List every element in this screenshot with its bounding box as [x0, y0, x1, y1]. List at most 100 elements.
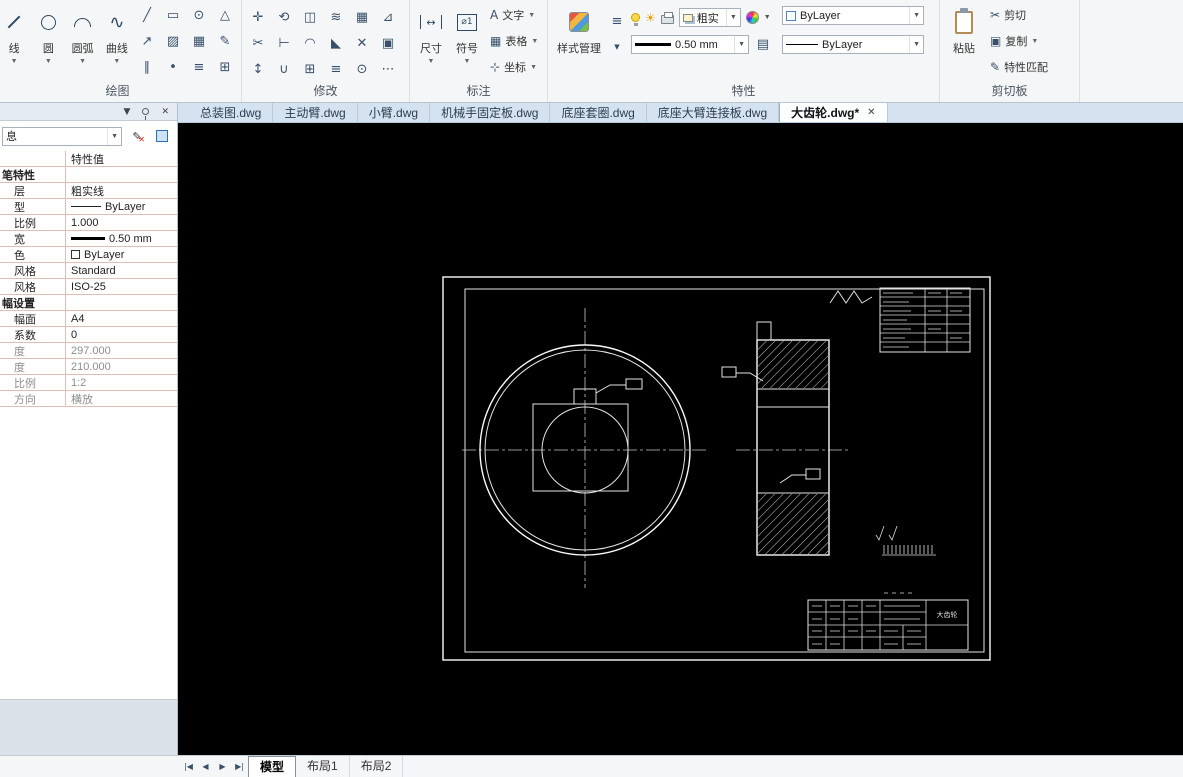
lineweight-cell[interactable]: 0.50 mm — [66, 231, 177, 246]
ray-tool-icon[interactable]: ↗ — [134, 28, 160, 54]
fill-tool-icon[interactable]: ▦ — [186, 28, 212, 54]
paper-size-cell[interactable]: A4 — [66, 311, 177, 326]
join-tool-icon[interactable]: ∪ — [271, 56, 297, 82]
doc-tab[interactable]: 底座大臂连接板.dwg — [647, 103, 780, 122]
cut-button[interactable]: ✂ 剪切 — [985, 2, 1053, 28]
chevron-down-icon[interactable]: ▼ — [607, 34, 627, 60]
polygon-tool-icon[interactable]: △ — [212, 2, 238, 28]
property-row-paper-orientation: 方向 横放 — [0, 391, 177, 407]
close-icon[interactable]: ✕ — [867, 107, 875, 118]
layout-tab-model[interactable]: 模型 — [248, 756, 297, 777]
spline-button[interactable]: ∿ 曲线 ▼ — [100, 2, 134, 80]
layout-tab-layout2[interactable]: 布局2 — [350, 756, 404, 777]
line-tool-icon[interactable]: ╱ — [134, 2, 160, 28]
draw-small-tools: ▭ ⊙ △ ▨ ▦ ✎ • ≡ ⊞ — [160, 2, 238, 80]
lineweight-settings-icon[interactable]: ▤ — [754, 36, 772, 54]
next-layout-icon[interactable]: ▶ — [214, 762, 231, 771]
chamfer-tool-icon[interactable]: ◣ — [323, 30, 349, 56]
roughness-symbol — [875, 525, 885, 541]
hatch-tool-icon[interactable]: ▨ — [160, 28, 186, 54]
point-edit-tool-icon[interactable]: ⊙ — [349, 56, 375, 82]
palette-menu-icon[interactable]: ▼ — [124, 107, 131, 117]
table-tool-button[interactable]: ▦ 表格 ▼ — [485, 28, 543, 54]
style-list-icon[interactable]: ≡ — [607, 8, 627, 34]
doc-tab-active[interactable]: 大齿轮.dwg* ✕ — [779, 103, 888, 122]
offset-tool-icon[interactable]: ≋ — [323, 4, 349, 30]
drawing-canvas[interactable]: .ln1 { fill:none; stroke:#e4e4e4; stroke… — [178, 123, 1183, 755]
style-manager-button[interactable]: 样式管理 — [551, 2, 607, 80]
parallel-line-tool-icon[interactable]: ∥ — [134, 54, 160, 80]
text-tool-button[interactable]: A 文字 ▼ — [485, 2, 543, 28]
multiline-tool-icon[interactable]: ≡ — [186, 54, 212, 80]
doc-tab[interactable]: 总装图.dwg — [189, 103, 274, 122]
property-table: 特性值 笔特性 层 粗实线 型 ByLayer 比例 1.000 宽 0.50 … — [0, 151, 177, 407]
layer-on-icon[interactable] — [631, 13, 640, 26]
annotate-small-tools: A 文字 ▼ ▦ 表格 ▼ ⊹ 坐标 ▼ — [485, 2, 543, 80]
layer-plot-icon[interactable] — [660, 11, 674, 24]
match-properties-button[interactable]: ✎ 特性匹配 — [985, 54, 1053, 80]
rotate-tool-icon[interactable]: ⟲ — [271, 4, 297, 30]
copy-tool-icon[interactable]: ▣ — [375, 30, 401, 56]
chevron-down-icon: ▼ — [44, 58, 52, 65]
pin-icon[interactable] — [142, 108, 150, 120]
doc-tab[interactable]: 底座套圈.dwg — [550, 103, 647, 122]
linetype-value-cell[interactable]: ByLayer — [66, 199, 177, 214]
doc-tab[interactable]: 机械手固定板.dwg — [430, 103, 551, 122]
stretch-tool-icon[interactable]: ↕ — [245, 56, 271, 82]
dimension-label: 尺寸 — [420, 43, 442, 55]
close-icon[interactable]: ✕ — [161, 107, 169, 117]
array-tool-icon[interactable]: ▦ — [349, 4, 375, 30]
mirror-tool-icon[interactable]: ◫ — [297, 4, 323, 30]
ellipse-tool-icon[interactable]: ⊙ — [186, 2, 212, 28]
color-combo[interactable]: ByLayer ▼ — [782, 6, 924, 25]
trim-tool-icon[interactable]: ✂ — [245, 30, 271, 56]
explode-tool-icon[interactable]: ⊞ — [297, 56, 323, 82]
arc-button[interactable]: 圆弧 ▼ — [66, 2, 100, 80]
edit-polyline-tool-icon[interactable]: ≡ — [323, 56, 349, 82]
lineweight-combo[interactable]: 0.50 mm ▼ — [631, 35, 749, 54]
text-style-cell[interactable]: Standard — [66, 263, 177, 278]
move-tool-icon[interactable]: ✛ — [245, 4, 271, 30]
paste-button[interactable]: 粘贴 — [943, 2, 985, 80]
extend-tool-icon[interactable]: ⊢ — [271, 30, 297, 56]
layer-value-cell[interactable]: 粗实线 — [66, 183, 177, 198]
doc-tab[interactable]: 主动臂.dwg — [273, 103, 358, 122]
fillet-tool-icon[interactable]: ◠ — [297, 30, 323, 56]
polyline-button[interactable]: 线 ▼ — [0, 2, 31, 80]
coordinate-tool-button[interactable]: ⊹ 坐标 ▼ — [485, 54, 543, 80]
symbol-button[interactable]: ⌀1 符号 ▼ — [449, 2, 485, 80]
dim-style-cell[interactable]: ISO-25 — [66, 279, 177, 294]
color-cell[interactable]: ByLayer — [66, 247, 177, 262]
linetype-scale-cell[interactable]: 1.000 — [66, 215, 177, 230]
doc-tab[interactable]: 小臂.dwg — [358, 103, 431, 122]
point-tool-icon[interactable]: • — [160, 54, 186, 80]
layer-combo[interactable]: 粗实 ▼ — [678, 8, 741, 27]
previous-layout-icon[interactable]: ◀ — [197, 762, 214, 771]
sketch-tool-icon[interactable]: ✎ — [212, 28, 238, 54]
last-layout-icon[interactable]: ▶| — [231, 762, 248, 771]
layer-thaw-icon[interactable]: ☀ — [645, 11, 656, 25]
object-type-combo[interactable]: 息 ▼ — [2, 126, 122, 146]
scale-tool-icon[interactable]: ⊿ — [375, 4, 401, 30]
circle-button[interactable]: 圆 ▼ — [31, 2, 65, 80]
property-row-text-style: 风格 Standard — [0, 263, 177, 279]
chevron-down-icon: ▼ — [113, 58, 121, 65]
quick-select-icon — [156, 130, 168, 142]
extension-factor-cell[interactable]: 0 — [66, 327, 177, 342]
clear-selection-button[interactable]: ✎ ✕ — [127, 126, 147, 146]
chevron-down-icon[interactable]: ▼ — [764, 14, 771, 21]
erase-tool-icon[interactable]: ✕ — [349, 30, 375, 56]
color-palette-icon[interactable] — [745, 11, 759, 24]
layout-tab-layout1[interactable]: 布局1 — [296, 756, 350, 777]
property-row-extension-factor: 系数 0 — [0, 327, 177, 343]
first-layout-icon[interactable]: |◀ — [180, 762, 197, 771]
region-tool-icon[interactable]: ⊞ — [212, 54, 238, 80]
draw-scale-cell: 1:2 — [71, 376, 87, 389]
group-label-draw: 绘图 — [105, 84, 130, 98]
quick-select-button[interactable] — [152, 126, 172, 146]
rectangle-tool-icon[interactable]: ▭ — [160, 2, 186, 28]
dimension-button[interactable]: ↔ 尺寸 ▼ — [413, 2, 449, 80]
more-tools-icon[interactable]: ⋯ — [375, 56, 401, 82]
copy-button[interactable]: ▣ 复制 ▼ — [985, 28, 1053, 54]
linetype-combo[interactable]: ByLayer ▼ — [782, 35, 924, 54]
